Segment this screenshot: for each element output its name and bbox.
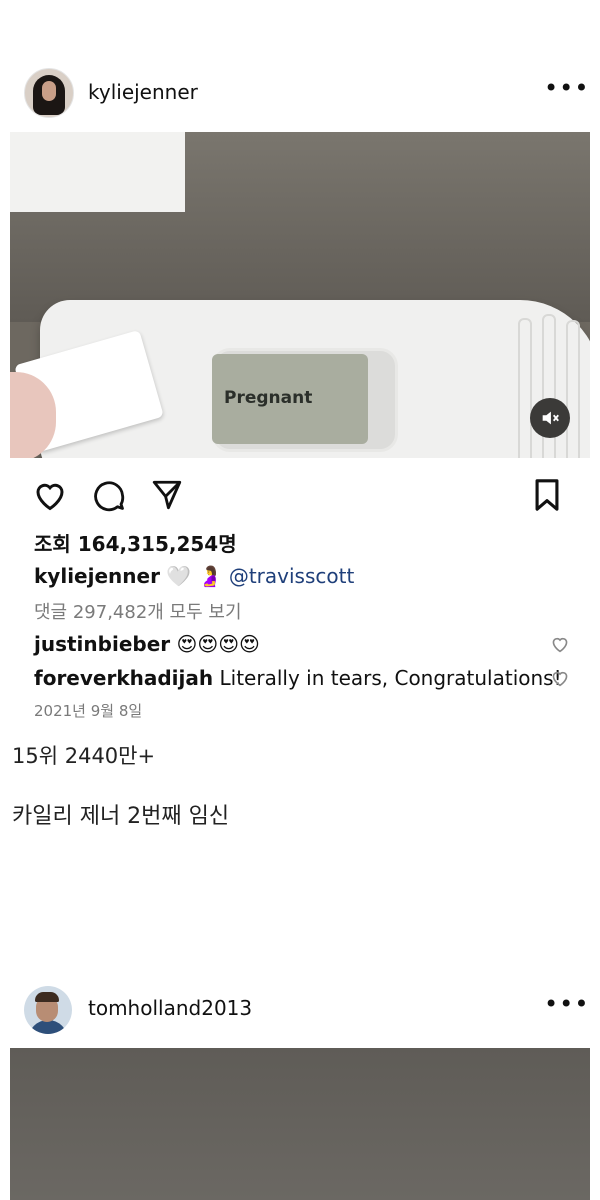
post-header: tomholland2013 ••• xyxy=(0,982,600,1038)
post-username[interactable]: tomholland2013 xyxy=(88,996,252,1020)
caption-emoji: 🤍 🤰 xyxy=(166,564,223,588)
avatar-face xyxy=(42,81,56,101)
grip-ridge xyxy=(566,320,580,458)
comment: foreverkhadijah Literally in tears, Cong… xyxy=(34,666,562,690)
more-options-icon[interactable]: ••• xyxy=(544,76,589,100)
post-caption: kyliejenner 🤍 🤰 @travisscott xyxy=(34,564,354,588)
comment-like-heart-icon[interactable] xyxy=(550,669,570,687)
bookmark-icon[interactable] xyxy=(532,478,562,512)
view-count: 조회 164,315,254명 xyxy=(34,532,237,556)
heart-icon[interactable] xyxy=(32,478,68,512)
send-icon[interactable] xyxy=(150,478,184,512)
post-image[interactable]: Pregnant xyxy=(10,132,590,458)
post-username[interactable]: kyliejenner xyxy=(88,80,198,104)
comment-text: 😍😍😍😍 xyxy=(176,632,260,656)
test-screen: Pregnant xyxy=(212,354,368,444)
comment-text: Literally in tears, Congratulations! xyxy=(219,666,562,690)
avatar-shirt xyxy=(28,1020,68,1034)
post-date: 2021년 9월 8일 xyxy=(34,702,143,720)
avatar[interactable] xyxy=(24,68,74,118)
image-box xyxy=(10,132,185,212)
comment-icon[interactable] xyxy=(92,478,126,512)
post-header: kyliejenner ••• xyxy=(0,60,600,124)
avatar-hair xyxy=(35,992,59,1002)
view-all-comments-link[interactable]: 댓글 297,482개 모두 보기 xyxy=(34,598,242,624)
description-text: 카일리 제너 2번째 임신 xyxy=(12,804,230,829)
post-image[interactable] xyxy=(10,1048,590,1200)
more-options-icon[interactable]: ••• xyxy=(544,992,589,1016)
speaker-muted-icon[interactable] xyxy=(530,398,570,438)
test-result-text: Pregnant xyxy=(224,388,313,408)
comment-username[interactable]: justinbieber xyxy=(34,632,170,656)
caption-mention[interactable]: @travisscott xyxy=(229,564,354,588)
grip-ridge xyxy=(518,318,532,458)
caption-username[interactable]: kyliejenner xyxy=(34,564,160,588)
avatar[interactable] xyxy=(24,986,72,1034)
comment-username[interactable]: foreverkhadijah xyxy=(34,666,213,690)
rank-text: 15위 2440만+ xyxy=(12,744,156,768)
comment-like-heart-icon[interactable] xyxy=(550,635,570,653)
comment: justinbieber 😍😍😍😍 xyxy=(34,632,260,656)
action-bar xyxy=(0,472,600,516)
